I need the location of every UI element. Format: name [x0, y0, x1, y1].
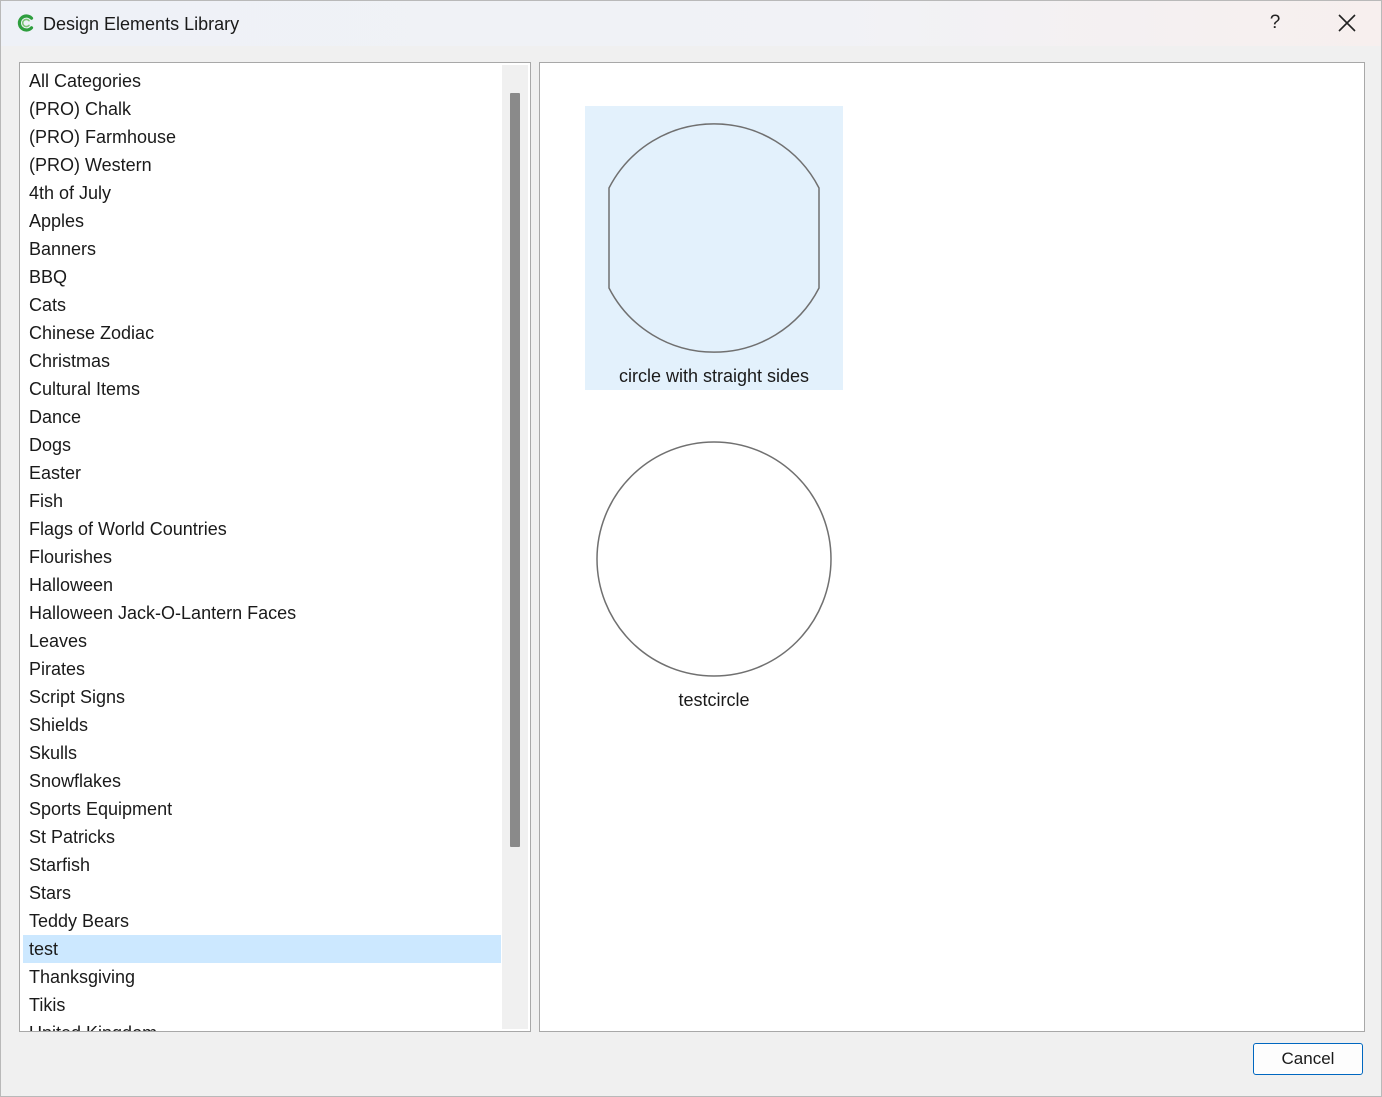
elements-grid-panel: circle with straight sides testcircle: [539, 62, 1365, 1032]
close-button[interactable]: [1327, 7, 1367, 39]
category-item[interactable]: St Patricks: [23, 823, 501, 851]
category-item[interactable]: Chinese Zodiac: [23, 319, 501, 347]
category-item[interactable]: Script Signs: [23, 683, 501, 711]
category-item[interactable]: Skulls: [23, 739, 501, 767]
category-item[interactable]: Tikis: [23, 991, 501, 1019]
category-item[interactable]: United Kingdom: [23, 1019, 501, 1031]
category-item[interactable]: (PRO) Chalk: [23, 95, 501, 123]
category-item[interactable]: Snowflakes: [23, 767, 501, 795]
app-logo-icon: [17, 14, 34, 32]
circle-flat-sides-icon: [608, 123, 820, 353]
close-icon: [1338, 14, 1356, 32]
category-item[interactable]: Cats: [23, 291, 501, 319]
scrollbar-thumb[interactable]: [510, 93, 520, 847]
category-item[interactable]: 4th of July: [23, 179, 501, 207]
category-item[interactable]: Flags of World Countries: [23, 515, 501, 543]
category-item[interactable]: BBQ: [23, 263, 501, 291]
cancel-button[interactable]: Cancel: [1253, 1043, 1363, 1075]
category-item[interactable]: Sports Equipment: [23, 795, 501, 823]
category-list: All Categories (PRO) Chalk (PRO) Farmhouse…: [23, 67, 501, 1031]
element-label: testcircle: [678, 690, 750, 710]
category-item[interactable]: Easter: [23, 459, 501, 487]
category-item[interactable]: Pirates: [23, 655, 501, 683]
category-item[interactable]: Thanksgiving: [23, 963, 501, 991]
category-item[interactable]: All Categories: [23, 67, 501, 95]
category-item[interactable]: Dance: [23, 403, 501, 431]
element-tile-circle-with-straight-sides[interactable]: circle with straight sides: [585, 106, 843, 390]
help-button[interactable]: ?: [1257, 7, 1293, 39]
category-item[interactable]: (PRO) Western: [23, 151, 501, 179]
design-elements-library-dialog: Design Elements Library ? All Categories…: [0, 0, 1382, 1097]
category-scrollbar[interactable]: [502, 65, 528, 1029]
element-tile-testcircle[interactable]: testcircle: [585, 430, 843, 714]
category-item[interactable]: Leaves: [23, 627, 501, 655]
category-item[interactable]: Banners: [23, 235, 501, 263]
category-item[interactable]: test: [23, 935, 501, 963]
category-item[interactable]: Halloween: [23, 571, 501, 599]
element-label: circle with straight sides: [618, 366, 810, 386]
category-item[interactable]: Fish: [23, 487, 501, 515]
title-bar: Design Elements Library ?: [1, 1, 1381, 46]
window-title: Design Elements Library: [43, 14, 240, 34]
category-item[interactable]: Stars: [23, 879, 501, 907]
category-item[interactable]: Teddy Bears: [23, 907, 501, 935]
category-item[interactable]: Shields: [23, 711, 501, 739]
category-item[interactable]: Flourishes: [23, 543, 501, 571]
category-list-panel[interactable]: All Categories (PRO) Chalk (PRO) Farmhouse…: [19, 62, 531, 1032]
category-item[interactable]: Christmas: [23, 347, 501, 375]
category-item[interactable]: Starfish: [23, 851, 501, 879]
category-item[interactable]: Cultural Items: [23, 375, 501, 403]
category-item[interactable]: (PRO) Farmhouse: [23, 123, 501, 151]
category-item[interactable]: Apples: [23, 207, 501, 235]
circle-icon: [596, 441, 832, 677]
category-item[interactable]: Halloween Jack-O-Lantern Faces: [23, 599, 501, 627]
category-item[interactable]: Dogs: [23, 431, 501, 459]
